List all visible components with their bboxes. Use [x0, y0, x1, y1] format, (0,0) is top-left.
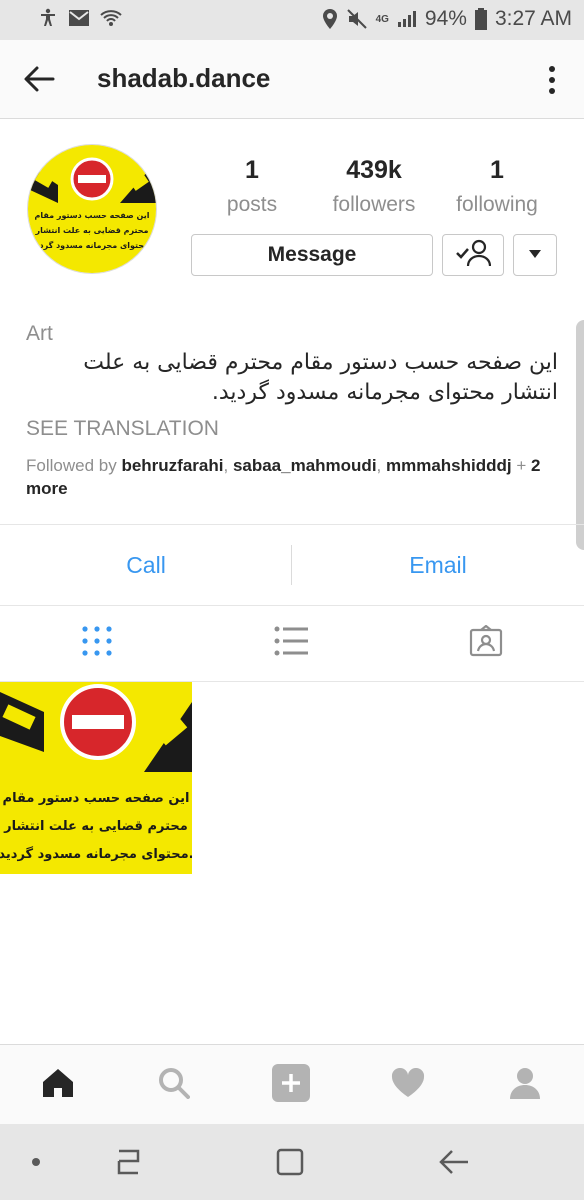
- followers-label: followers: [332, 193, 416, 216]
- follower-user-1[interactable]: behruzfarahi: [121, 456, 223, 475]
- search-icon: [158, 1067, 190, 1104]
- tagged-icon: [469, 624, 503, 662]
- tab-tagged[interactable]: [389, 605, 583, 681]
- battery-icon: [474, 8, 487, 30]
- heart-icon: [391, 1067, 425, 1103]
- profile-bio: این صفحه حسب دستور مقام محترم قضایی به ع…: [83, 350, 558, 405]
- add-icon: [271, 1063, 311, 1108]
- profile-avatar[interactable]: این صفحه حسب دستور مقام محترم قضایی به ع…: [27, 144, 157, 274]
- system-navigation-bar: [0, 1124, 584, 1200]
- nav-search[interactable]: [116, 1045, 232, 1125]
- clock: 3:27 AM: [494, 7, 572, 30]
- tab-list[interactable]: [194, 605, 388, 681]
- wifi-icon: [100, 9, 122, 27]
- grid-icon: [82, 625, 112, 661]
- scroll-indicator[interactable]: [576, 320, 584, 550]
- list-icon: [274, 626, 308, 661]
- tab-grid[interactable]: [0, 605, 194, 681]
- posts-label: posts: [226, 193, 278, 216]
- followers-stat[interactable]: 439k followers: [314, 156, 434, 217]
- top-app-bar: shadab.dance: [0, 40, 584, 119]
- page-title: shadab.dance: [97, 63, 271, 93]
- battery-percent: 94%: [424, 7, 467, 30]
- home-icon: [42, 1068, 74, 1103]
- accessibility-icon: [38, 8, 58, 28]
- avatar-line-2: محترم قضایی به علت انتشار: [34, 226, 148, 235]
- following-toggle-button[interactable]: [442, 234, 504, 276]
- profile-icon: [508, 1066, 542, 1105]
- back-button-icon[interactable]: [434, 1142, 474, 1182]
- mail-icon: [68, 9, 90, 27]
- posts-count: 1: [245, 156, 259, 184]
- status-bar: 4G 94% 3:27 AM: [0, 0, 584, 40]
- call-button[interactable]: Call: [0, 525, 292, 605]
- home-button-icon[interactable]: [270, 1142, 310, 1182]
- followed-by-prefix: Followed by: [26, 456, 117, 475]
- following-count: 1: [490, 156, 504, 184]
- following-label: following: [456, 193, 538, 216]
- avatar-line-1: این صفحه حسب دستور مقام: [34, 211, 149, 220]
- post-text-line-3: محتوای مجرمانه مسدود گردید.: [0, 846, 192, 862]
- contact-bar: Call Email: [0, 524, 584, 606]
- nav-home[interactable]: [0, 1045, 116, 1125]
- profile-category: Art: [26, 322, 53, 345]
- message-button[interactable]: Message: [191, 234, 433, 276]
- nav-profile[interactable]: [467, 1045, 583, 1125]
- network-label: 4G: [375, 13, 389, 25]
- follower-user-3[interactable]: mmmahshidddj: [386, 456, 512, 475]
- post-text-line-1: این صفحه حسب دستور مقام: [3, 791, 190, 806]
- nav-dot-icon[interactable]: [26, 1142, 46, 1182]
- user-check-icon: [455, 238, 492, 273]
- suggestions-dropdown-button[interactable]: [513, 234, 557, 276]
- post-text-line-2: محترم قضایی به علت انتشار: [3, 819, 188, 834]
- posts-stat[interactable]: 1 posts: [192, 156, 312, 217]
- more-options-icon[interactable]: [540, 64, 564, 96]
- back-arrow-icon[interactable]: [22, 62, 56, 96]
- followers-count: 439k: [346, 156, 402, 184]
- nav-add[interactable]: [233, 1045, 349, 1125]
- recent-apps-icon[interactable]: [108, 1142, 148, 1182]
- mute-icon: [346, 8, 368, 30]
- followed-by[interactable]: Followed by behruzfarahi, sabaa_mahmoudi…: [26, 454, 546, 500]
- signal-icon: [397, 10, 417, 28]
- bottom-navigation: [0, 1044, 584, 1125]
- nav-activity[interactable]: [350, 1045, 466, 1125]
- post-thumbnail[interactable]: این صفحه حسب دستور مقام محترم قضایی به ع…: [0, 682, 192, 874]
- email-button[interactable]: Email: [292, 525, 584, 605]
- avatar-line-3: محتوای مجرمانه مسدود گردید.: [32, 240, 152, 250]
- see-translation-link[interactable]: SEE TRANSLATION: [26, 417, 219, 441]
- caret-down-icon: [528, 246, 542, 264]
- profile-tabs: [0, 605, 584, 682]
- following-stat[interactable]: 1 following: [437, 156, 557, 217]
- location-icon: [322, 8, 338, 30]
- follower-user-2[interactable]: sabaa_mahmoudi: [233, 456, 377, 475]
